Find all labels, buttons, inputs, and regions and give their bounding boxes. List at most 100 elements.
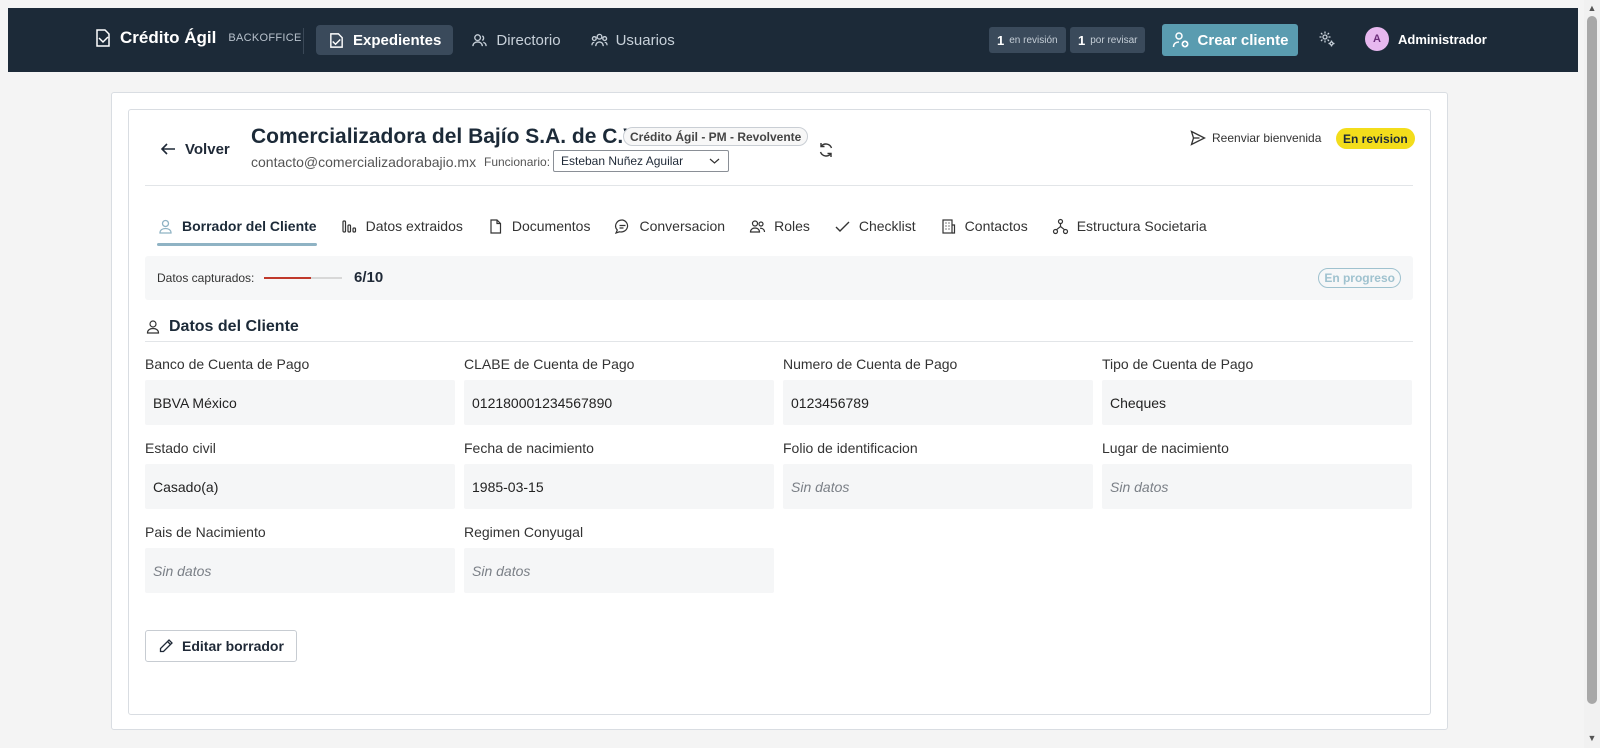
check-icon — [835, 221, 850, 232]
field-label: Tipo de Cuenta de Pago — [1102, 356, 1254, 372]
divider — [145, 341, 1413, 342]
section-title-label: Datos del Cliente — [169, 318, 299, 335]
progress-count: 6/10 — [354, 269, 384, 286]
user-icon — [146, 320, 160, 334]
tab-roles[interactable]: Roles — [749, 206, 834, 246]
field-label: Folio de identificacion — [783, 440, 918, 456]
review-count: 1 — [997, 32, 1005, 48]
folder-icon — [330, 32, 343, 48]
back-label: Volver — [185, 140, 230, 158]
form-field: Banco de Cuenta de Pago BBVA México — [145, 356, 455, 425]
tab-conversacion[interactable]: Conversacion — [614, 206, 749, 246]
nav-item-expedientes[interactable]: Expedientes — [316, 25, 454, 55]
send-icon — [1190, 130, 1206, 146]
nav-item-usuarios[interactable]: Usuarios — [579, 25, 687, 55]
back-button[interactable]: Volver — [159, 140, 230, 158]
page-title: Comercializadora del Bajío S.A. de C.V. — [251, 125, 642, 148]
client-card: Volver Comercializadora del Bajío S.A. d… — [128, 109, 1431, 715]
settings-icon[interactable] — [1318, 30, 1336, 48]
tab-label: Documentos — [511, 218, 591, 234]
bars-icon — [341, 219, 356, 233]
resend-welcome-button[interactable]: Reenviar bienvenida — [1190, 130, 1321, 146]
form-field: CLABE de Cuenta de Pago 01218000123456789… — [464, 356, 774, 425]
form-field: Tipo de Cuenta de Pago Cheques — [1102, 356, 1412, 425]
officer-value: Esteban Nuñez Aguilar — [561, 154, 684, 168]
scroll-thumb[interactable] — [1587, 16, 1597, 704]
field-label: Fecha de nacimiento — [464, 440, 594, 456]
nav-item-label: Expedientes — [353, 31, 442, 49]
create-client-label: Crear cliente — [1197, 31, 1289, 49]
form-field: Regimen Conyugal Sin datos — [464, 524, 774, 593]
pending-label: por revisar — [1090, 34, 1138, 46]
tabs: Borrador del Cliente Datos extraidos Doc… — [157, 206, 1231, 246]
tab-label: Contactos — [964, 218, 1028, 234]
tab-label: Conversacion — [639, 218, 726, 234]
nav-item-directorio[interactable]: Directorio — [459, 25, 572, 55]
create-client-button[interactable]: Crear cliente — [1162, 24, 1298, 56]
field-label: Lugar de nacimiento — [1102, 440, 1229, 456]
user-name[interactable]: Administrador — [1398, 32, 1487, 47]
field-value: Casado(a) — [145, 464, 455, 509]
tab-borrador[interactable]: Borrador del Cliente — [157, 206, 341, 246]
tab-checklist[interactable]: Checklist — [834, 206, 940, 246]
pencil-icon — [159, 639, 173, 653]
app-subtitle: BACKOFFICE — [228, 32, 302, 44]
top-bar: Crédito Ágil BACKOFFICE Expedientes Dire… — [8, 8, 1578, 72]
user-icon — [159, 219, 172, 234]
field-value: Sin datos — [464, 548, 774, 593]
main-card: Volver Comercializadora del Bajío S.A. d… — [111, 92, 1448, 730]
edit-draft-button[interactable]: Editar borrador — [145, 630, 297, 662]
tab-estructura-societaria[interactable]: Estructura Societaria — [1052, 206, 1231, 246]
pending-counter[interactable]: 1 por revisar — [1070, 27, 1146, 53]
app-frame: Crédito Ágil BACKOFFICE Expedientes Dire… — [8, 8, 1578, 748]
progress-fill — [264, 277, 311, 279]
brand[interactable]: Crédito Ágil BACKOFFICE — [94, 28, 302, 48]
group-icon — [590, 33, 608, 46]
review-counter[interactable]: 1 en revisión — [989, 27, 1066, 53]
form-field: Fecha de nacimiento 1985-03-15 — [464, 440, 774, 509]
officer-label: Funcionario: — [484, 155, 551, 169]
field-label: Banco de Cuenta de Pago — [145, 356, 310, 372]
app-name: Crédito Ágil — [120, 28, 217, 47]
product-badge: Crédito Ágil - PM - Revolvente — [623, 127, 809, 146]
tab-label: Datos extraidos — [365, 218, 463, 234]
tab-documentos[interactable]: Documentos — [487, 206, 615, 246]
scrollbar[interactable]: ▲ ▼ — [1584, 0, 1600, 748]
tab-label: Roles — [774, 218, 810, 234]
document-icon — [490, 218, 501, 234]
field-value: 0123456789 — [783, 380, 1093, 425]
chat-icon — [615, 218, 629, 234]
field-label: CLABE de Cuenta de Pago — [464, 356, 635, 372]
edit-draft-label: Editar borrador — [182, 638, 284, 654]
add-user-icon — [1172, 32, 1189, 48]
tab-datos-extraidos[interactable]: Datos extraidos — [341, 206, 487, 246]
field-label: Regimen Conyugal — [464, 524, 584, 540]
refresh-icon[interactable] — [817, 141, 835, 159]
form-field: Pais de Nacimiento Sin datos — [145, 524, 455, 593]
tab-contactos[interactable]: Contactos — [940, 206, 1052, 246]
pending-count: 1 — [1078, 32, 1086, 48]
resend-label: Reenviar bienvenida — [1212, 131, 1322, 145]
section-title: Datos del Cliente — [145, 318, 299, 336]
nav-item-label: Directorio — [496, 31, 561, 49]
tab-label: Estructura Societaria — [1076, 218, 1207, 234]
field-label: Pais de Nacimiento — [145, 524, 266, 540]
officer-select[interactable]: Esteban Nuñez Aguilar — [553, 150, 729, 172]
arrow-left-icon — [160, 143, 175, 155]
field-value: Cheques — [1102, 380, 1412, 425]
field-value: 1985-03-15 — [464, 464, 774, 509]
progress-label: Datos capturados: — [157, 271, 255, 285]
nav-item-label: Usuarios — [615, 31, 675, 49]
divider — [145, 185, 1413, 186]
scroll-down-icon[interactable]: ▼ — [1587, 733, 1597, 743]
users-icon — [472, 33, 488, 46]
form-field: Folio de identificacion Sin datos — [783, 440, 1093, 509]
scroll-up-icon[interactable]: ▲ — [1587, 3, 1597, 13]
tab-label: Checklist — [858, 218, 916, 234]
progress-bar — [264, 277, 342, 279]
hierarchy-icon — [1052, 218, 1068, 234]
avatar[interactable]: A — [1365, 27, 1389, 51]
field-label: Numero de Cuenta de Pago — [783, 356, 958, 372]
form-field: Lugar de nacimiento Sin datos — [1102, 440, 1412, 509]
field-value: Sin datos — [1102, 464, 1412, 509]
